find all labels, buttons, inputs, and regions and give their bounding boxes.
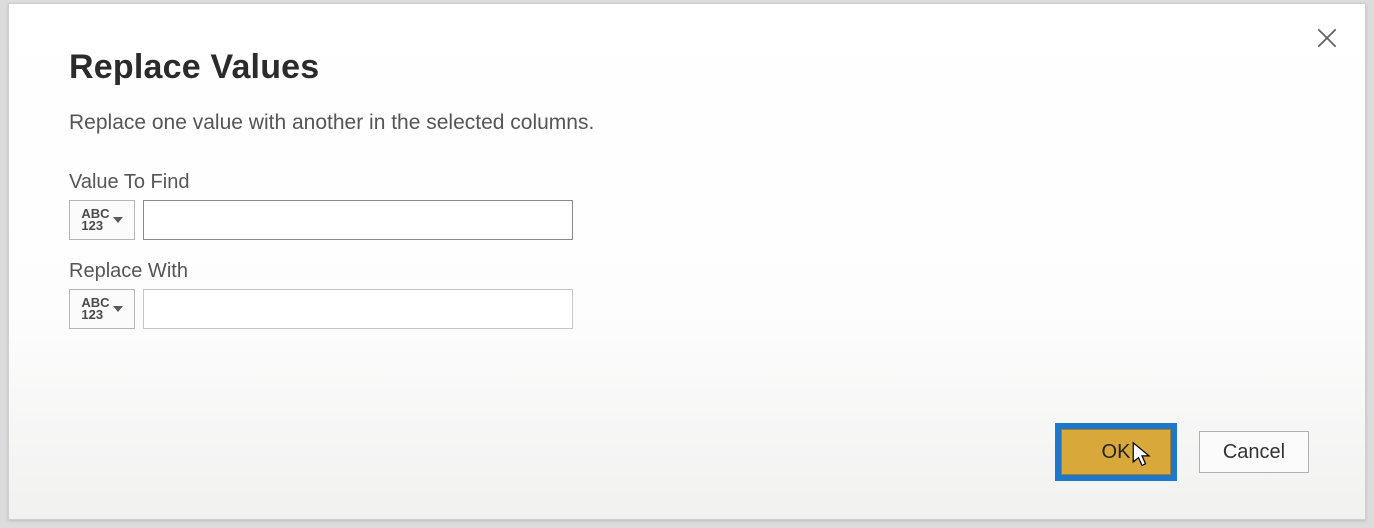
dialog-title: Replace Values bbox=[69, 48, 1305, 87]
value-to-find-row: ABC 123 bbox=[69, 200, 1305, 240]
ok-button-highlight: OK bbox=[1055, 423, 1177, 481]
replace-with-type-picker[interactable]: ABC 123 bbox=[69, 289, 135, 329]
any-type-icon: ABC 123 bbox=[81, 297, 109, 320]
any-type-icon: ABC 123 bbox=[81, 208, 109, 231]
close-button[interactable] bbox=[1309, 22, 1345, 58]
dialog-button-row: OK Cancel bbox=[1055, 423, 1309, 481]
value-to-find-type-picker[interactable]: ABC 123 bbox=[69, 200, 135, 240]
replace-values-dialog: Replace Values Replace one value with an… bbox=[8, 3, 1366, 520]
cancel-button[interactable]: Cancel bbox=[1199, 431, 1309, 473]
app-backdrop: Replace Values Replace one value with an… bbox=[0, 0, 1374, 528]
ok-button[interactable]: OK bbox=[1061, 429, 1171, 475]
replace-with-label: Replace With bbox=[69, 260, 1305, 283]
replace-with-input[interactable] bbox=[143, 289, 573, 329]
close-icon bbox=[1314, 25, 1340, 56]
replace-with-row: ABC 123 bbox=[69, 289, 1305, 329]
dialog-content: Replace Values Replace one value with an… bbox=[69, 48, 1305, 349]
value-to-find-input[interactable] bbox=[143, 200, 573, 240]
value-to-find-label: Value To Find bbox=[69, 171, 1305, 194]
chevron-down-icon bbox=[113, 306, 123, 312]
chevron-down-icon bbox=[113, 217, 123, 223]
dialog-subtitle: Replace one value with another in the se… bbox=[69, 111, 1305, 135]
